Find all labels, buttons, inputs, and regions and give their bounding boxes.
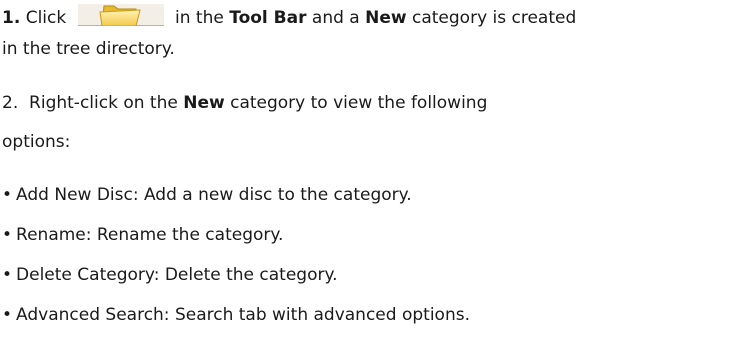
option-text: Rename: Rename the category.: [16, 225, 284, 245]
step1-text-after: in the: [169, 8, 230, 28]
option-list-item: • Delete Category: Delete the category.: [2, 264, 338, 286]
option-text: Advanced Search: Search tab with advance…: [16, 305, 470, 325]
step2-text-after: category to view the following: [224, 93, 488, 113]
option-list-item: • Rename: Rename the category.: [2, 224, 283, 246]
step1-text-before: Click: [20, 8, 72, 28]
step1-text-end: category is created: [406, 8, 577, 28]
toolbar-term: Tool Bar: [229, 8, 307, 28]
bullet: •: [2, 185, 13, 205]
new-folder-icon: [77, 4, 164, 26]
step1-number: 1.: [2, 8, 21, 28]
bullet: •: [2, 265, 13, 285]
bullet: •: [2, 305, 13, 325]
option-text: Add New Disc: Add a new disc to the cate…: [16, 185, 412, 205]
step2-continuation: options:: [2, 132, 71, 152]
option-text: Delete Category: Delete the category.: [16, 265, 338, 285]
step1-continuation: in the tree directory.: [2, 39, 175, 59]
step2-text-before: Right-click on the: [18, 93, 184, 113]
step2-number: 2.: [2, 93, 19, 113]
new-term: New: [365, 8, 407, 28]
new-term: New: [183, 93, 225, 113]
step1-text-mid: and a: [306, 8, 366, 28]
step1-line: 1. Click in the Tool Bar and a New categ…: [2, 4, 576, 29]
option-list-item: • Add New Disc: Add a new disc to the cat…: [2, 184, 412, 206]
option-list-item: • Advanced Search: Search tab with advanc…: [2, 304, 470, 326]
bullet: •: [2, 225, 13, 245]
step2-line: 2. Right-click on the New category to vi…: [2, 92, 487, 114]
document-page: 1. Click in the Tool Bar and a New categ…: [0, 0, 742, 344]
